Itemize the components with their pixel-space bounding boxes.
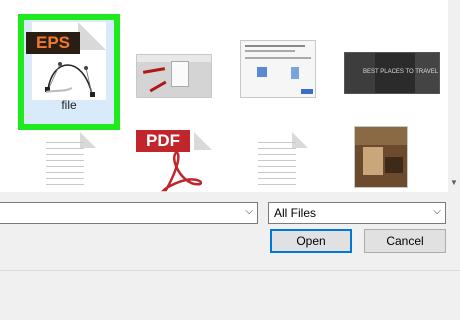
open-button[interactable]: Open xyxy=(270,229,352,253)
scroll-down-icon[interactable]: ▼ xyxy=(450,178,458,187)
photo-region xyxy=(385,157,403,173)
file-item-travel-image[interactable]: BEST PLACES TO TRAVEL xyxy=(344,52,440,94)
acrobat-logo-icon xyxy=(160,152,202,192)
thumb-caption: BEST PLACES TO TRAVEL xyxy=(363,69,439,75)
file-type-selected: All Files xyxy=(274,206,317,220)
page-fold xyxy=(78,22,106,50)
chevron-down-icon[interactable]: ⌵ xyxy=(245,206,253,217)
chevron-down-icon[interactable]: ⌵ xyxy=(433,206,441,217)
thumb-button xyxy=(301,89,313,94)
file-grid: EPS file BEST PLACES TO TRAVEL PDF xyxy=(0,0,448,192)
document-icon: EPS xyxy=(26,22,106,100)
file-name-label: file xyxy=(61,98,77,112)
text-lines-icon xyxy=(46,142,84,190)
thumb-text-line xyxy=(245,45,305,47)
file-item-menu-screenshot[interactable] xyxy=(136,54,212,98)
thumb-text-line xyxy=(245,57,311,59)
pdf-badge: PDF xyxy=(136,130,190,152)
text-lines-icon xyxy=(258,142,296,190)
thumb-icon xyxy=(257,67,267,77)
thumb-icon xyxy=(291,67,299,79)
thumb-red-mark xyxy=(142,67,166,74)
file-item-eps[interactable]: EPS file xyxy=(18,14,120,130)
file-type-filter[interactable]: All Files ⌵ xyxy=(268,202,446,224)
eps-badge: EPS xyxy=(26,32,80,54)
photo-region xyxy=(355,127,407,145)
thumb-red-mark xyxy=(149,80,167,93)
file-item-dialog-screenshot[interactable] xyxy=(240,40,316,98)
file-item-text-document[interactable] xyxy=(40,132,96,192)
photo-region xyxy=(363,147,383,175)
cancel-button[interactable]: Cancel xyxy=(364,229,446,253)
dialog-footer xyxy=(0,270,460,320)
page-fold xyxy=(194,132,212,150)
vertical-scrollbar[interactable]: ▼ xyxy=(448,0,460,192)
thumb-text-line xyxy=(245,50,295,52)
file-item-photo[interactable] xyxy=(354,126,408,188)
bezier-curve-icon xyxy=(45,62,95,97)
thumb-menu xyxy=(171,61,189,87)
filename-combobox[interactable]: ⌵ xyxy=(0,202,258,224)
file-item-text-document[interactable] xyxy=(252,132,308,192)
